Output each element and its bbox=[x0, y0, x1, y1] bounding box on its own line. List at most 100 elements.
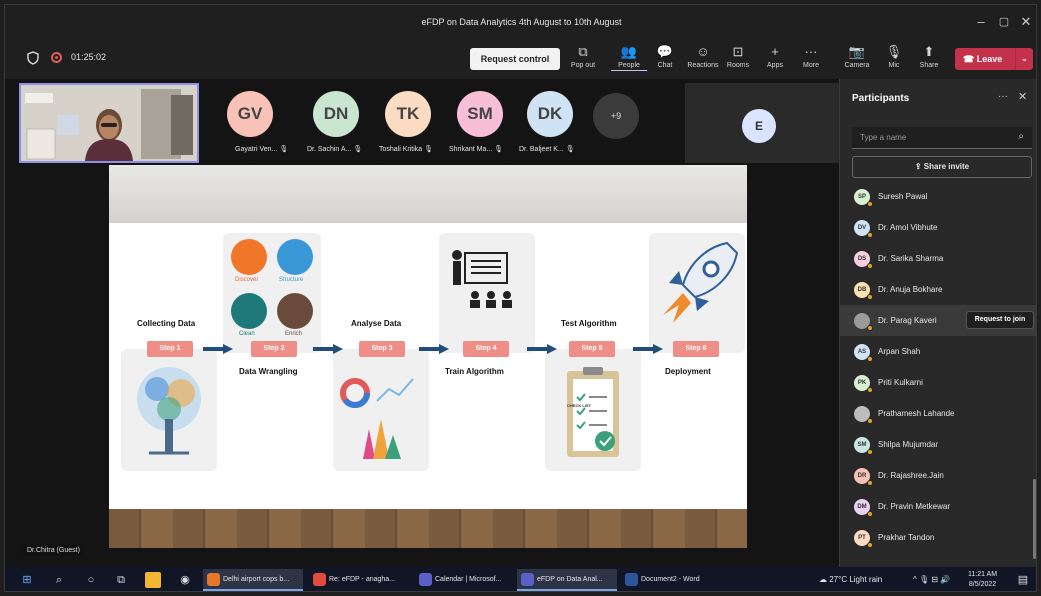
more-participants-button[interactable]: +9 bbox=[593, 93, 639, 139]
close-icon[interactable]: ✕ bbox=[1016, 13, 1036, 31]
mic-muted-icon: 🎙 bbox=[494, 146, 504, 153]
self-video bbox=[19, 83, 199, 163]
step-title: Deployment bbox=[665, 367, 711, 376]
search-input[interactable]: Type a name ⌕ bbox=[852, 127, 1032, 149]
list-item[interactable]: DV Dr. Amol Vibhute bbox=[840, 212, 1036, 243]
list-item[interactable]: Prathamesh Lahande bbox=[840, 398, 1036, 429]
avatar: PT bbox=[854, 530, 873, 548]
apps-button[interactable]: + Apps bbox=[757, 44, 793, 76]
notification-icon[interactable]: ▤ bbox=[1015, 572, 1031, 588]
list-item[interactable]: Dr. Parag Kaveri Request to join bbox=[840, 305, 1036, 336]
list-item[interactable]: AS Arpan Shah bbox=[840, 336, 1036, 367]
self-name-tag: Dr.Chitra (Guest) bbox=[23, 545, 84, 556]
list-item[interactable]: SP Suresh Pawal bbox=[840, 181, 1036, 212]
reactions-icon: ☺ bbox=[696, 44, 710, 59]
list-item[interactable]: PK Priti Kulkarni bbox=[840, 367, 1036, 398]
arrow-right-icon bbox=[313, 344, 343, 354]
step-card bbox=[121, 349, 217, 471]
file-explorer-icon[interactable] bbox=[145, 572, 161, 588]
list-item[interactable]: PT Prakhar Tandon bbox=[840, 522, 1036, 553]
list-item[interactable]: SM Shilpa Mujumdar bbox=[840, 429, 1036, 460]
structure-label: Structure bbox=[279, 277, 304, 283]
discover-icon bbox=[231, 239, 267, 275]
avatar[interactable]: DK bbox=[527, 91, 573, 137]
step-title: Train Algorithm bbox=[445, 367, 504, 376]
search-icon: ⌕ bbox=[1018, 131, 1024, 142]
mic-button[interactable]: 🎙 Mic bbox=[876, 44, 912, 76]
reactions-button[interactable]: ☺ Reactions bbox=[685, 44, 721, 76]
share-button[interactable]: ⬆ Share bbox=[911, 44, 947, 76]
chat-button[interactable]: 💬 Chat bbox=[647, 44, 683, 76]
word-icon bbox=[625, 573, 638, 586]
teams-window: eFDP on Data Analytics 4th August to 10t… bbox=[4, 4, 1037, 592]
system-tray-icons[interactable]: ^ 🎙 ⊟ 🔊 bbox=[913, 575, 950, 584]
more-options-icon[interactable]: ··· bbox=[998, 91, 1008, 102]
avatar[interactable]: SM bbox=[457, 91, 503, 137]
weather-widget[interactable]: ☁ 27°C Light rain bbox=[819, 575, 882, 584]
analytics-chart-icon bbox=[340, 378, 414, 459]
title-bar: eFDP on Data Analytics 4th August to 10t… bbox=[5, 5, 1036, 39]
participant-name: Shrikant Ma... 🎙 bbox=[449, 146, 504, 153]
shield-icon bbox=[27, 51, 39, 65]
chrome-icon[interactable]: ◉ bbox=[177, 572, 193, 588]
avatar: DV bbox=[854, 220, 873, 238]
pop-out-icon: ⧉ bbox=[578, 44, 588, 59]
step-label: Step 1 bbox=[147, 341, 193, 357]
request-control-button[interactable]: Request control bbox=[470, 48, 560, 70]
request-to-join-button[interactable]: Request to join bbox=[966, 311, 1034, 329]
clock[interactable]: 11:21 AM 8/5/2022 bbox=[968, 570, 997, 590]
meeting-stage: GV DN TK SM DK Gayatri Ven... 🎙 Dr. Sach… bbox=[5, 79, 839, 567]
minimize-icon[interactable]: – bbox=[971, 13, 991, 31]
rooms-button[interactable]: ⊡ Rooms bbox=[720, 44, 756, 76]
taskbar-app[interactable]: Document2 - Word bbox=[621, 569, 721, 591]
taskbar-app[interactable]: Calendar | Microsof... bbox=[415, 569, 515, 591]
avatar bbox=[854, 313, 873, 331]
taskbar-app[interactable]: Delhi airport cops b... bbox=[203, 569, 303, 591]
avatar: SM bbox=[854, 437, 873, 455]
close-icon[interactable]: ✕ bbox=[1018, 90, 1027, 103]
slide-floor bbox=[109, 509, 747, 548]
list-item[interactable]: DS Dr. Sarika Sharma bbox=[840, 243, 1036, 274]
pop-out-button[interactable]: ⧉ Pop out bbox=[565, 44, 601, 76]
avatar: DB bbox=[854, 282, 873, 300]
task-view-icon[interactable]: ⧉ bbox=[113, 572, 129, 588]
enrich-icon bbox=[277, 293, 313, 329]
cortana-icon[interactable]: ○ bbox=[83, 572, 99, 588]
step-label: Step 3 bbox=[359, 341, 405, 357]
mic-muted-icon: 🎙 bbox=[424, 146, 434, 153]
mic-muted-icon: 🎙 bbox=[353, 146, 363, 153]
taskbar-app[interactable]: Re: eFDP - anagha... bbox=[309, 569, 409, 591]
participant-name: Dr. Baljeet K... 🎙 bbox=[519, 146, 575, 153]
windows-start-icon[interactable]: ⊞ bbox=[19, 572, 35, 588]
avatar[interactable]: TK bbox=[385, 91, 431, 137]
list-item[interactable]: DB Dr. Anuja Bokhare bbox=[840, 274, 1036, 305]
list-item[interactable]: DR Dr. Rajashree.Jain bbox=[840, 460, 1036, 491]
avatar[interactable]: DN bbox=[313, 91, 359, 137]
maximize-icon[interactable]: ▢ bbox=[994, 13, 1014, 31]
share-invite-button[interactable]: ⇪ Share invite bbox=[852, 156, 1032, 178]
arrow-right-icon bbox=[633, 344, 663, 354]
discover-label: Discover bbox=[235, 277, 259, 283]
chevron-down-icon[interactable]: ⌄ bbox=[1015, 48, 1033, 70]
search-icon[interactable]: ⌕ bbox=[51, 572, 67, 588]
taskbar-app[interactable]: eFDP on Data Anal... bbox=[517, 569, 617, 591]
slide-wall bbox=[109, 165, 747, 223]
share-icon: ⬆ bbox=[923, 44, 935, 59]
people-button[interactable]: 👥 People bbox=[611, 44, 647, 76]
window-title: eFDP on Data Analytics 4th August to 10t… bbox=[421, 17, 622, 27]
leave-button[interactable]: ☎ Leave ⌄ bbox=[955, 48, 1033, 70]
list-item[interactable]: DM Dr. Pravin Metkewar bbox=[840, 491, 1036, 522]
teams-icon bbox=[419, 573, 432, 586]
arrow-right-icon bbox=[203, 344, 233, 354]
camera-button[interactable]: 📷 Camera bbox=[839, 44, 875, 76]
step-label: Step 5 bbox=[569, 341, 615, 357]
avatar: E bbox=[742, 109, 776, 143]
scrollbar[interactable] bbox=[1033, 479, 1036, 559]
rooms-icon: ⊡ bbox=[732, 44, 744, 59]
more-button[interactable]: ··· More bbox=[793, 44, 829, 76]
avatar: DR bbox=[854, 468, 873, 486]
mic-muted-icon: 🎙 bbox=[565, 146, 575, 153]
mic-off-icon: 🎙 bbox=[885, 44, 903, 59]
participant-tile[interactable]: E bbox=[685, 83, 839, 163]
avatar[interactable]: GV bbox=[227, 91, 273, 137]
